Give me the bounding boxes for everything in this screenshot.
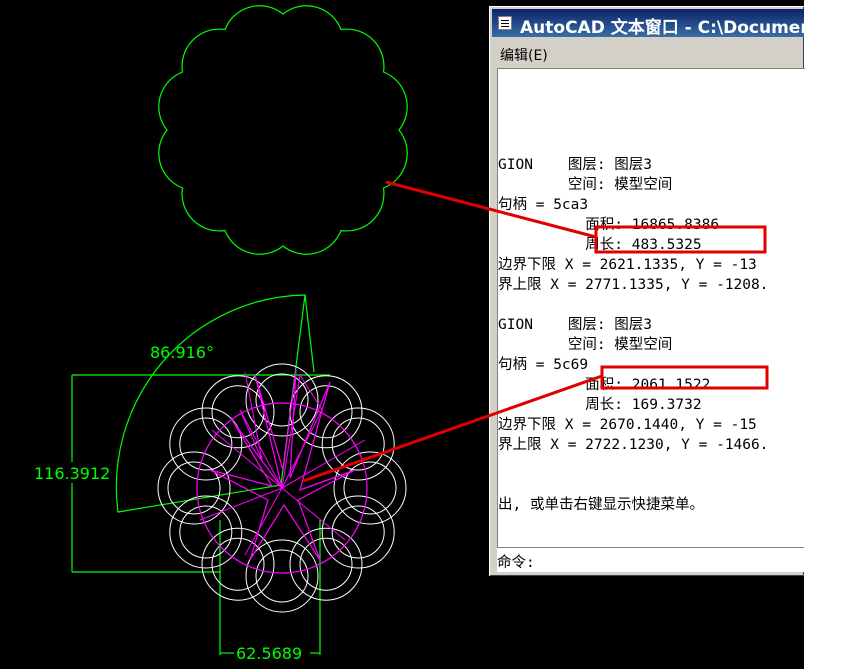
history-line: 边界下限 X = 2621.1335, Y = -13	[498, 257, 757, 273]
ring-circle	[255, 549, 309, 603]
ring-circle	[289, 375, 363, 449]
text-window-titlebar[interactable]: AutoCAD 文本窗口 - C:\Documen	[492, 9, 812, 38]
command-prompt-label: 命令:	[497, 555, 535, 571]
scalloped-region-outline[interactable]	[158, 5, 408, 255]
text-window-title: AutoCAD 文本窗口 - C:\Documen	[520, 18, 813, 38]
history-line: 界上限 X = 2771.1335, Y = -1208.	[498, 277, 769, 293]
history-line-area-2: 面积: 2061.1522	[498, 377, 711, 393]
magenta-construction-lines	[199, 371, 366, 556]
history-line: 空间: 模型空间	[498, 337, 673, 353]
text-window-icon	[498, 16, 512, 30]
history-line: 空间: 模型空间	[498, 177, 673, 193]
ring-circle	[245, 539, 319, 613]
history-line: 句柄 = 5ca3	[498, 197, 589, 213]
command-line[interactable]: 命令:	[497, 547, 804, 572]
text-history-area[interactable]: GION 图层: 图层3 空间: 模型空间 句柄 = 5ca3 面积: 1686…	[497, 68, 805, 547]
angle-dimension-text: 86.916°	[150, 343, 214, 362]
ring-circle	[289, 527, 363, 601]
history-line: 出, 或单击右键显示快捷菜单。	[498, 497, 704, 513]
history-line: GION 图层: 图层3	[498, 317, 653, 333]
ring-circle	[157, 451, 231, 525]
history-line-perimeter-1: 周长: 483.5325	[498, 237, 702, 253]
ring-circle	[167, 461, 221, 515]
history-line: 周长: 169.3732	[498, 397, 702, 413]
ring-circle	[333, 451, 407, 525]
history-line: 面积: 16865.8386	[498, 217, 720, 233]
ring-circle	[169, 495, 243, 569]
history-line: 界上限 X = 2722.1230, Y = -1466.	[498, 437, 769, 453]
text-window-menubar: 编辑(E)	[492, 40, 804, 66]
ring-circle	[255, 373, 309, 427]
history-line: 句柄 = 5c69	[498, 357, 589, 373]
ring-circle	[321, 495, 395, 569]
history-line: 边界下限 X = 2670.1440, Y = -15	[498, 417, 757, 433]
menu-edit[interactable]: 编辑(E)	[500, 45, 548, 65]
text-window[interactable]: AutoCAD 文本窗口 - C:\Documen 编辑(E) GION 图层:…	[489, 6, 812, 576]
history-line: GION 图层: 图层3	[498, 157, 653, 173]
angle-dimension-extension	[304, 294, 315, 373]
width-dimension-text: 62.5689	[236, 644, 302, 663]
ring-circle	[343, 461, 397, 515]
ring-circle	[169, 407, 243, 481]
height-dimension-text: 116.3912	[34, 464, 110, 483]
